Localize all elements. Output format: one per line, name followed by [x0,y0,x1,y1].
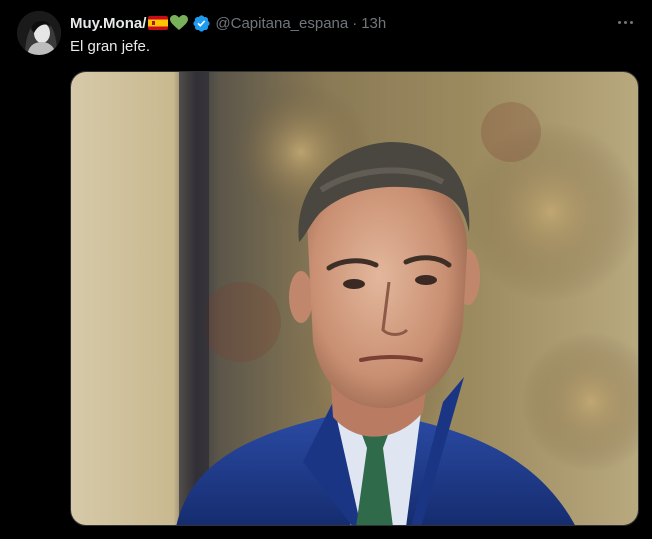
more-options-icon[interactable] [612,11,638,33]
verified-badge-icon[interactable] [192,14,211,33]
author-handle[interactable]: @Capitana_espana [215,15,348,32]
green-heart-icon [170,15,189,31]
header-separator: · [352,14,358,32]
author-avatar[interactable] [17,11,61,55]
spain-flag-icon [148,16,169,30]
tweet[interactable]: Muy.Mona/ @Capitana_espana · 13h El gran… [0,0,652,539]
tweet-timestamp[interactable]: 13h [361,15,386,32]
author-display-name[interactable]: Muy.Mona/ [70,15,146,32]
photo-of-man-in-suit [71,72,638,525]
tweet-text: El gran jefe. [70,38,151,55]
tweet-header: Muy.Mona/ @Capitana_espana · 13h [70,12,386,34]
avatar-image [17,11,61,55]
tweet-photo[interactable] [70,71,639,526]
